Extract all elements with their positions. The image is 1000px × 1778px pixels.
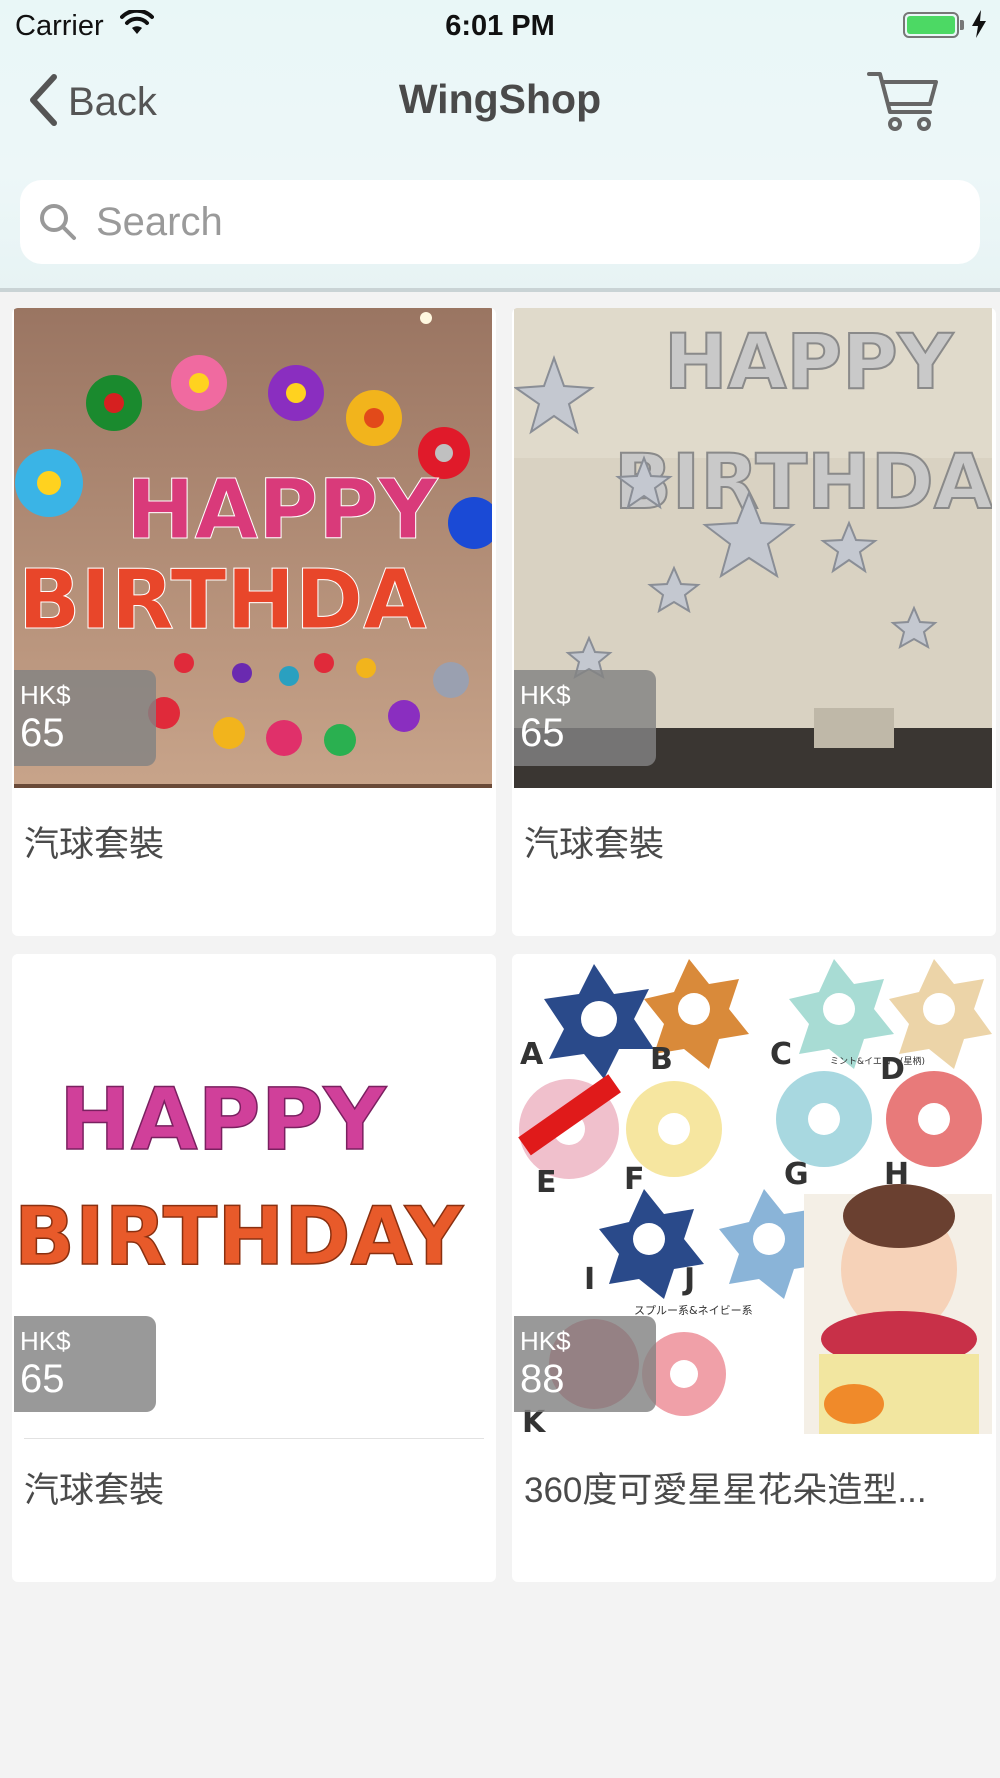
price-value: 65 [20,1357,65,1401]
search-icon [38,202,78,242]
product-name: 360度可愛星星花朵造型... [524,1471,927,1510]
product-card[interactable]: HAPPY BIRTHDA HK$ 65 汽球套裝 [512,308,996,936]
product-name: 汽球套裝 [24,1471,165,1510]
svg-text:ミント&イエロー(星柄): ミント&イエロー(星柄) [830,1055,925,1067]
price-currency: HK$ [520,680,571,710]
price-currency: HK$ [520,1326,571,1356]
svg-text:BIRTHDAY: BIRTHDAY [14,1190,464,1283]
card-divider [24,1438,484,1439]
svg-text:BIRTHDA: BIRTHDA [614,437,992,526]
product-card[interactable]: A B C D E F G H I J K ミント&イエロー(星柄) スプルー系… [512,954,996,1582]
status-bar: Carrier 6:01 PM [0,0,1000,50]
svg-text:E: E [536,1165,557,1200]
page-title: WingShop [398,76,602,122]
cart-button[interactable] [866,68,942,134]
price-currency: HK$ [20,680,71,710]
product-card[interactable]: HAPPY BIRTHDAY HK$ 65 汽球套裝 [12,954,496,1582]
product-name: 汽球套裝 [524,825,665,864]
svg-text:C: C [770,1037,792,1072]
svg-text:G: G [784,1157,809,1192]
svg-text:スプルー系&ネイビー系: スプルー系&ネイビー系 [634,1304,753,1317]
baby-photo [804,1184,992,1434]
charging-bolt-icon [970,10,988,43]
price-badge: HK$ 65 [14,1316,156,1412]
price-badge: HK$ 88 [514,1316,656,1412]
battery-icon [903,12,959,38]
search-input[interactable] [96,199,916,245]
clock: 6:01 PM [445,10,555,42]
price-value: 88 [520,1357,565,1401]
svg-text:B: B [650,1042,673,1077]
svg-text:HAPPY: HAPPY [59,1070,388,1170]
price-value: 65 [520,711,565,755]
product-card[interactable]: HAPPY BIRTHDA HK$ 65 汽球套裝 [12,308,496,936]
product-name: 汽球套裝 [24,825,165,864]
svg-text:F: F [624,1162,645,1197]
svg-text:BIRTHDA: BIRTHDA [18,553,427,648]
svg-text:J: J [682,1262,695,1297]
battery-cap [960,20,964,30]
svg-text:HAPPY: HAPPY [126,463,439,558]
svg-text:A: A [520,1037,544,1072]
svg-text:H: H [884,1157,909,1192]
search-bar[interactable] [20,180,980,264]
price-badge: HK$ 65 [514,670,656,766]
svg-text:HAPPY: HAPPY [664,317,954,406]
cart-icon [866,72,942,138]
price-currency: HK$ [20,1326,71,1356]
svg-text:I: I [584,1262,595,1297]
nav-header: Carrier 6:01 PM Back WingShop [0,0,1000,292]
price-badge: HK$ 65 [14,670,156,766]
price-value: 65 [20,711,65,755]
